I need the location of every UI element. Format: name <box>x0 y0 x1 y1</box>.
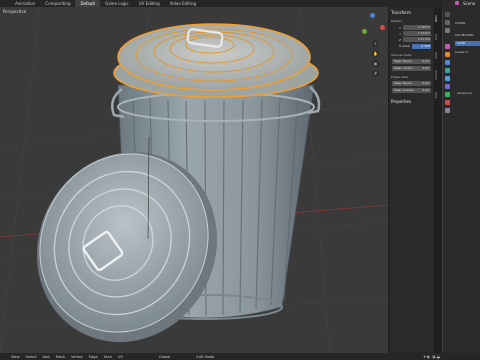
tab-create[interactable]: Create <box>434 65 442 85</box>
sidebar-n-panel: Transform Median: X 0.18803 Y 0.33063 Z 0.9… <box>388 7 435 353</box>
vertices-data-label: Vertices Data: <box>391 53 413 57</box>
tab-default[interactable]: Default <box>75 0 101 7</box>
add-modifier-button[interactable]: Add Modifier <box>455 33 474 37</box>
mean-crease-field[interactable]: Mean Crease 0.00 <box>392 88 431 93</box>
viewport-header: View Select Add Mesh Vertex Edge Face UV… <box>0 353 480 360</box>
output-icon[interactable] <box>445 28 450 33</box>
material-icon[interactable] <box>445 100 450 105</box>
modifier-icon[interactable] <box>445 60 450 65</box>
menu-vertex[interactable]: Vertex <box>68 355 86 359</box>
y-axis-icon[interactable] <box>362 29 367 34</box>
sidebar-tabs: Item Tool View Create Edit <box>434 7 442 353</box>
menu-mesh[interactable]: Mesh <box>53 355 68 359</box>
hand-icon[interactable]: ✋ <box>372 50 379 57</box>
z-axis-icon[interactable] <box>370 13 375 18</box>
menu-view[interactable]: View <box>8 355 23 359</box>
edges-data-label: Edges Data: <box>391 75 410 79</box>
scene-render <box>0 7 388 353</box>
advanced-label[interactable]: Advanced <box>457 91 472 95</box>
camera-icon[interactable]: ◉ <box>372 60 379 67</box>
tab-uv-editing[interactable]: UV Editing <box>134 0 165 7</box>
menu-face[interactable]: Face <box>101 355 115 359</box>
modifier-label: SubD <box>457 41 466 45</box>
mode-selector[interactable]: Edit Mode <box>193 355 217 359</box>
tab-tool[interactable]: Tool <box>434 29 442 45</box>
menu-edge[interactable]: Edge <box>86 355 101 359</box>
snap-icon[interactable]: ⌖ ◐ ◑ ◒ <box>423 354 440 359</box>
constraints-icon[interactable] <box>445 84 450 89</box>
object-name[interactable]: COVER <box>455 21 465 25</box>
mean-bevel-vertex-field[interactable]: Mean Bevel 0.00 <box>392 59 431 64</box>
mean-vertex-field[interactable]: Mean Vertex 0.00 <box>392 66 431 71</box>
render-icon[interactable] <box>445 20 450 25</box>
texture-icon[interactable] <box>445 108 450 113</box>
data-icon[interactable] <box>445 92 450 97</box>
menu-select[interactable]: Select <box>23 355 40 359</box>
object-props-icon[interactable] <box>445 52 450 57</box>
median-y-field[interactable]: Y 0.33063 <box>392 31 431 36</box>
properties-editor: COVER Add Modifier SubD Levels Vi Advanc… <box>443 7 480 353</box>
top-lid-surface <box>117 23 311 91</box>
grid-icon[interactable]: # <box>372 70 379 77</box>
tab-view[interactable]: View <box>434 47 442 63</box>
tool-icon[interactable] <box>445 12 450 17</box>
workspace-tabs: Animation Compositing Default Game Logic… <box>0 0 201 7</box>
scene-label: Scene <box>463 1 476 6</box>
tab-animation[interactable]: Animation <box>10 0 40 7</box>
properties-header[interactable]: Properties <box>391 99 411 104</box>
transform-orientation[interactable]: Global <box>156 355 173 359</box>
tab-game-logic[interactable]: Game Logic <box>100 0 134 7</box>
scene-icon <box>455 1 459 5</box>
top-header: Animation Compositing Default Game Logic… <box>0 0 480 7</box>
mean-bevel-edge-field[interactable]: Mean Bevel 0.00 <box>392 81 431 86</box>
zoom-icon[interactable]: + <box>372 40 379 47</box>
physics-icon[interactable] <box>445 76 450 81</box>
transform-header[interactable]: Transform <box>391 10 411 15</box>
navigation-gizmo[interactable] <box>358 13 386 41</box>
median-x-field[interactable]: X 0.18803 <box>392 25 431 30</box>
scene-props-icon[interactable] <box>445 44 450 49</box>
menu-add[interactable]: Add <box>40 355 53 359</box>
tab-compositing[interactable]: Compositing <box>40 0 75 7</box>
median-label: Median: <box>391 19 403 23</box>
tab-item[interactable]: Item <box>434 11 442 27</box>
menu-uv[interactable]: UV <box>115 355 126 359</box>
levels-viewport-label: Levels Vi <box>455 50 469 54</box>
global-toggle[interactable]: N Global 0.008 <box>392 44 431 49</box>
scene-selector[interactable]: Scene <box>443 0 480 7</box>
3d-viewport[interactable]: Perspective + ✋ ◉ # <box>0 7 388 353</box>
median-z-field[interactable]: Z 0.97764 <box>392 37 431 42</box>
tab-video-editing[interactable]: Video Editing <box>165 0 201 7</box>
x-axis-icon[interactable] <box>380 25 385 30</box>
tab-edit[interactable]: Edit <box>434 87 442 103</box>
particles-icon[interactable] <box>445 68 450 73</box>
